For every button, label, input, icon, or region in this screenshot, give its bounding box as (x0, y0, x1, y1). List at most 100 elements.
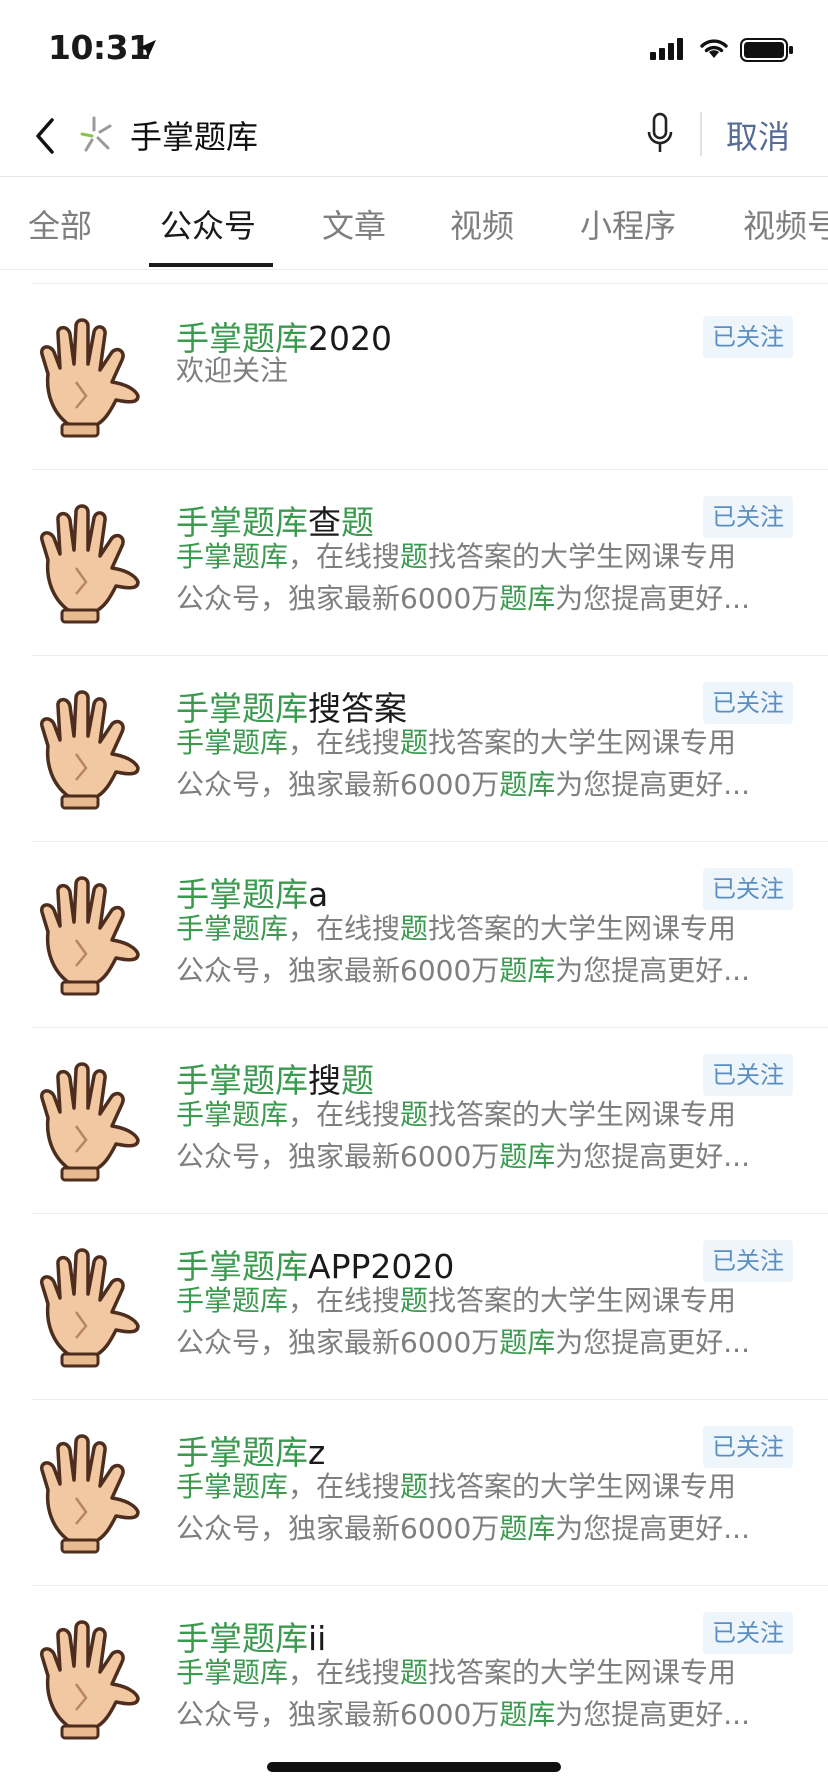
desc-text: 找答案的大学生网课专用 (428, 1656, 737, 1689)
followed-badge[interactable]: 已关注 (703, 682, 793, 724)
desc-highlight: 手掌题库 (176, 1098, 289, 1131)
location-arrow-icon (138, 40, 156, 58)
desc-text: ，在线搜 (288, 912, 401, 945)
followed-badge[interactable]: 已关注 (703, 1240, 793, 1282)
tab-all[interactable]: 全部 (28, 201, 92, 247)
cellular-signal-icon (650, 38, 683, 60)
desc-text: ，在线搜 (288, 1098, 401, 1131)
followed-badge[interactable]: 已关注 (703, 1612, 793, 1654)
desc-highlight: 题库 (499, 954, 556, 987)
tab-channels[interactable]: 视频号 (743, 201, 828, 247)
followed-badge[interactable]: 已关注 (703, 868, 793, 910)
desc-text: 找答案的大学生网课专用 (428, 726, 737, 759)
desc-text: 找答案的大学生网课专用 (428, 1470, 737, 1503)
search-divider (700, 112, 702, 156)
desc-highlight: 题 (400, 726, 429, 759)
avatar-hand-icon (40, 876, 140, 996)
desc-highlight: 题库 (499, 582, 556, 615)
desc-text: ，在线搜 (288, 726, 401, 759)
desc-highlight: 手掌题库 (176, 726, 289, 759)
account-list-item[interactable]: 手掌题库2020 已关注 欢迎关注 (0, 284, 828, 470)
desc-text: 公众号，独家最新6000万 (176, 954, 500, 987)
desc-text: 公众号，独家最新6000万 (176, 1512, 500, 1545)
account-list-item[interactable]: 手掌题库z 已关注 手掌题库，在线搜题找答案的大学生网课专用 公众号，独家最新6… (0, 1400, 828, 1586)
avatar-hand-icon (40, 504, 140, 624)
desc-text: 公众号，独家最新6000万 (176, 1326, 500, 1359)
wifi-icon (700, 39, 728, 58)
tab-articles[interactable]: 文章 (322, 201, 386, 247)
battery-icon (740, 38, 793, 62)
tab-videos[interactable]: 视频 (450, 201, 514, 247)
account-list-item[interactable]: 手掌题库APP2020 已关注 手掌题库，在线搜题找答案的大学生网课专用 公众号… (0, 1214, 828, 1400)
avatar-hand-icon (40, 318, 140, 438)
back-chevron-icon[interactable] (28, 110, 68, 162)
desc-highlight: 题库 (499, 1512, 556, 1545)
desc-highlight: 题库 (499, 1698, 556, 1731)
avatar-hand-icon (40, 1062, 140, 1182)
followed-badge[interactable]: 已关注 (703, 496, 793, 538)
account-list-item[interactable]: 手掌题库ii 已关注 手掌题库，在线搜题找答案的大学生网课专用 公众号，独家最新… (0, 1586, 828, 1772)
desc-highlight: 题 (400, 540, 429, 573)
followed-badge[interactable]: 已关注 (703, 1054, 793, 1096)
account-list-item[interactable]: 手掌题库搜答案 已关注 手掌题库，在线搜题找答案的大学生网课专用 公众号，独家最… (0, 656, 828, 842)
followed-badge[interactable]: 已关注 (703, 1426, 793, 1468)
desc-highlight: 题库 (499, 1140, 556, 1173)
desc-highlight: 手掌题库 (176, 1284, 289, 1317)
desc-highlight: 题 (400, 1098, 429, 1131)
desc-text: 公众号，独家最新6000万 (176, 1698, 500, 1731)
search-input[interactable]: 手掌题库 (130, 112, 258, 158)
desc-text: 为您提高更好... (555, 768, 750, 801)
desc-text: ，在线搜 (288, 1284, 401, 1317)
avatar-hand-icon (40, 1434, 140, 1554)
cancel-button[interactable]: 取消 (726, 112, 790, 158)
desc-highlight: 题库 (499, 768, 556, 801)
desc-text: 公众号，独家最新6000万 (176, 768, 500, 801)
desc-highlight: 手掌题库 (176, 1470, 289, 1503)
account-description: 欢迎关注 (176, 350, 796, 392)
desc-text: 找答案的大学生网课专用 (428, 1284, 737, 1317)
account-description: 手掌题库，在线搜题找答案的大学生网课专用 公众号，独家最新6000万题库为您提高… (176, 1652, 796, 1736)
desc-text: 公众号，独家最新6000万 (176, 1140, 500, 1173)
account-description: 手掌题库，在线搜题找答案的大学生网课专用 公众号，独家最新6000万题库为您提高… (176, 1094, 796, 1178)
search-bar: 手掌题库 取消 (0, 96, 828, 176)
desc-text: 为您提高更好... (555, 1140, 750, 1173)
account-list-item[interactable]: 手掌题库查题 已关注 手掌题库，在线搜题找答案的大学生网课专用 公众号，独家最新… (0, 470, 828, 656)
search-spark-icon (80, 116, 112, 152)
desc-text: 公众号，独家最新6000万 (176, 582, 500, 615)
desc-highlight: 题 (400, 1284, 429, 1317)
desc-highlight: 手掌题库 (176, 912, 289, 945)
desc-highlight: 题 (400, 912, 429, 945)
desc-text: 为您提高更好... (555, 954, 750, 987)
account-description: 手掌题库，在线搜题找答案的大学生网课专用 公众号，独家最新6000万题库为您提高… (176, 1280, 796, 1364)
desc-text: 为您提高更好... (555, 1326, 750, 1359)
desc-text: ，在线搜 (288, 1470, 401, 1503)
desc-highlight: 题库 (499, 1326, 556, 1359)
desc-highlight: 手掌题库 (176, 1656, 289, 1689)
desc-highlight: 题 (400, 1656, 429, 1689)
avatar-hand-icon (40, 1248, 140, 1368)
tab-bar: 全部 公众号 文章 视频 小程序 视频号 (0, 176, 828, 270)
tab-mini-programs[interactable]: 小程序 (580, 201, 676, 247)
active-tab-indicator (149, 263, 273, 267)
tab-official-accounts[interactable]: 公众号 (160, 201, 256, 247)
account-description: 手掌题库，在线搜题找答案的大学生网课专用 公众号，独家最新6000万题库为您提高… (176, 1466, 796, 1550)
desc-text: 为您提高更好... (555, 1698, 750, 1731)
account-description: 手掌题库，在线搜题找答案的大学生网课专用 公众号，独家最新6000万题库为您提高… (176, 908, 796, 992)
microphone-icon[interactable] (646, 112, 674, 156)
desc-text: 找答案的大学生网课专用 (428, 1098, 737, 1131)
account-description: 手掌题库，在线搜题找答案的大学生网课专用 公众号，独家最新6000万题库为您提高… (176, 536, 796, 620)
account-list-item[interactable]: 手掌题库搜题 已关注 手掌题库，在线搜题找答案的大学生网课专用 公众号，独家最新… (0, 1028, 828, 1214)
home-indicator (267, 1762, 561, 1772)
desc-text: 找答案的大学生网课专用 (428, 912, 737, 945)
desc-text: 为您提高更好... (555, 1512, 750, 1545)
desc-text: ，在线搜 (288, 1656, 401, 1689)
avatar-hand-icon (40, 690, 140, 810)
account-description: 手掌题库，在线搜题找答案的大学生网课专用 公众号，独家最新6000万题库为您提高… (176, 722, 796, 806)
avatar-hand-icon (40, 1620, 140, 1740)
status-bar: 10:31 (0, 0, 828, 96)
desc-highlight: 题 (400, 1470, 429, 1503)
desc-highlight: 手掌题库 (176, 540, 289, 573)
desc-text: 找答案的大学生网课专用 (428, 540, 737, 573)
account-list-item[interactable]: 手掌题库a 已关注 手掌题库，在线搜题找答案的大学生网课专用 公众号，独家最新6… (0, 842, 828, 1028)
desc-text: 为您提高更好... (555, 582, 750, 615)
